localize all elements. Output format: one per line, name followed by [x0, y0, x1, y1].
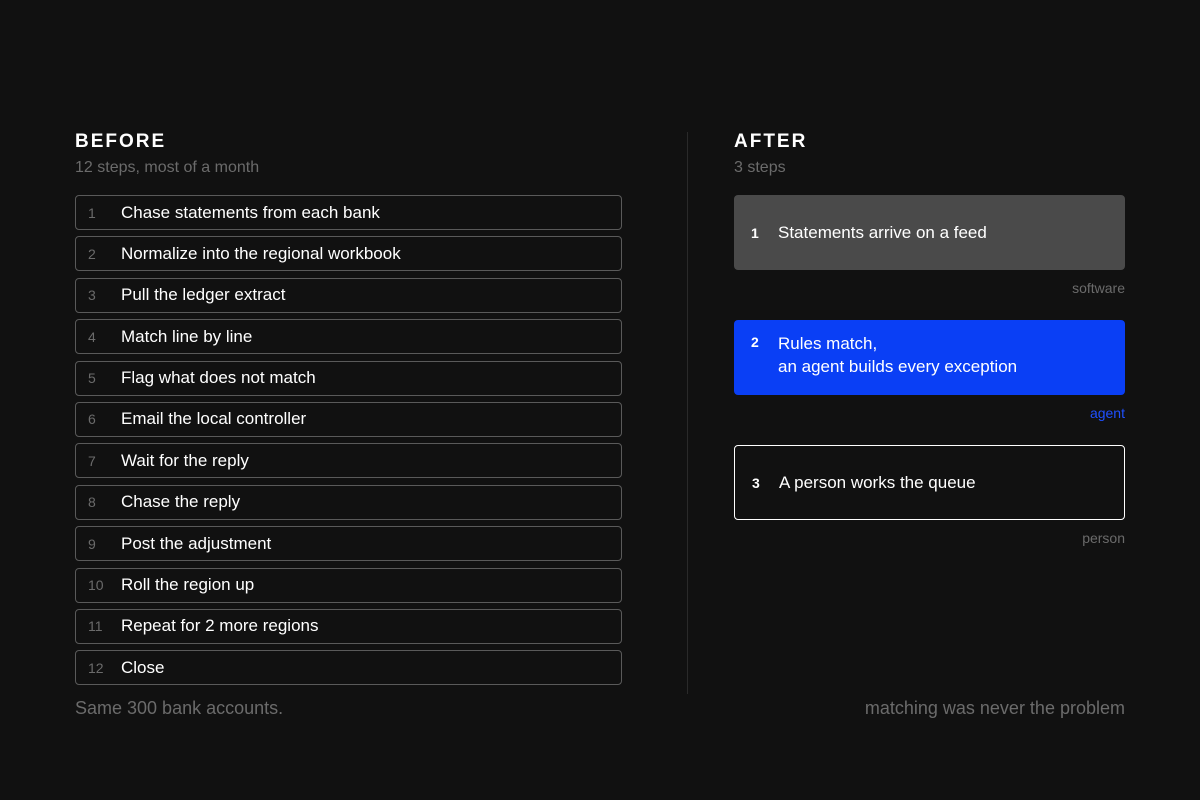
before-step-9: 9 Post the adjustment: [75, 526, 622, 562]
step-text: Rules match, an agent builds every excep…: [778, 332, 1017, 378]
step-text: Close: [121, 657, 165, 677]
step-text: Repeat for 2 more regions: [121, 616, 319, 636]
step-number: 1: [751, 224, 759, 241]
before-step-10: 10 Roll the region up: [75, 567, 622, 603]
after-column: AFTER 3 steps: [734, 130, 1125, 178]
after-title: AFTER: [734, 131, 808, 152]
before-step-6: 6 Email the local controller: [75, 401, 622, 437]
before-step-8: 8 Chase the reply: [75, 484, 622, 520]
software-label: software: [1072, 280, 1125, 296]
step-number: 12: [88, 659, 104, 676]
step-number: 5: [88, 370, 96, 387]
step-text: A person works the queue: [779, 471, 976, 494]
step-number: 11: [88, 618, 103, 635]
after-step-software: 1 Statements arrive on a feed: [734, 195, 1125, 270]
step-text: Chase the reply: [121, 492, 241, 512]
step-text: Pull the ledger extract: [121, 285, 286, 305]
step-text: Chase statements from each bank: [121, 202, 380, 222]
step-number: 1: [88, 204, 96, 221]
step-text: Statements arrive on a feed: [778, 221, 987, 244]
step-text: Normalize into the regional workbook: [121, 243, 401, 263]
before-title: BEFORE: [75, 131, 167, 152]
before-step-1: 1 Chase statements from each bank: [75, 195, 622, 230]
before-step-5: 5 Flag what does not match: [75, 360, 622, 396]
before-step-2: 2 Normalize into the regional workbook: [75, 236, 622, 272]
step-text: Wait for the reply: [121, 450, 249, 470]
before-step-3: 3 Pull the ledger extract: [75, 277, 622, 313]
before-step-4: 4 Match line by line: [75, 319, 622, 355]
step-text-line-1: Statements arrive on a feed: [778, 223, 987, 242]
before-column: BEFORE 12 steps, most of a month 1 Chase …: [75, 130, 622, 692]
step-number: 7: [88, 452, 96, 469]
step-text: Match line by line: [121, 326, 253, 346]
step-text: Post the adjustment: [121, 533, 272, 553]
column-divider: [687, 132, 688, 694]
person-label: person: [1082, 530, 1125, 546]
step-number: 3: [88, 287, 96, 304]
step-number: 9: [88, 535, 96, 552]
before-step-7: 7 Wait for the reply: [75, 443, 622, 479]
after-footer: matching was never the problem: [864, 698, 1125, 718]
before-subtitle: 12 steps, most of a month: [75, 159, 260, 176]
step-text-line-2: an agent builds every exception: [778, 357, 1018, 376]
step-number: 2: [751, 334, 759, 350]
step-number: 6: [88, 411, 96, 428]
step-text: Flag what does not match: [121, 368, 316, 388]
step-text: Email the local controller: [121, 409, 307, 429]
step-number: 2: [88, 245, 96, 262]
step-number: 8: [88, 494, 96, 511]
before-step-12: 12 Close: [75, 650, 622, 686]
step-text-line-1: A person works the queue: [779, 473, 976, 492]
agent-label: agent: [1089, 405, 1125, 421]
step-number: 3: [752, 474, 760, 491]
step-text: Roll the region up: [121, 575, 255, 595]
step-number: 4: [88, 328, 96, 345]
step-number: 10: [88, 577, 104, 594]
after-subtitle: 3 steps: [734, 159, 786, 176]
after-step-person: 3 A person works the queue: [734, 445, 1125, 520]
before-step-11: 11 Repeat for 2 more regions: [75, 608, 622, 644]
step-text-line-1: Rules match,: [778, 334, 878, 353]
before-footer: Same 300 bank accounts.: [75, 698, 284, 718]
before-steps-list: 1 Chase statements from each bank 2 Normal…: [75, 195, 622, 686]
after-step-agent: 2 Rules match, an agent builds every exc…: [734, 320, 1125, 395]
